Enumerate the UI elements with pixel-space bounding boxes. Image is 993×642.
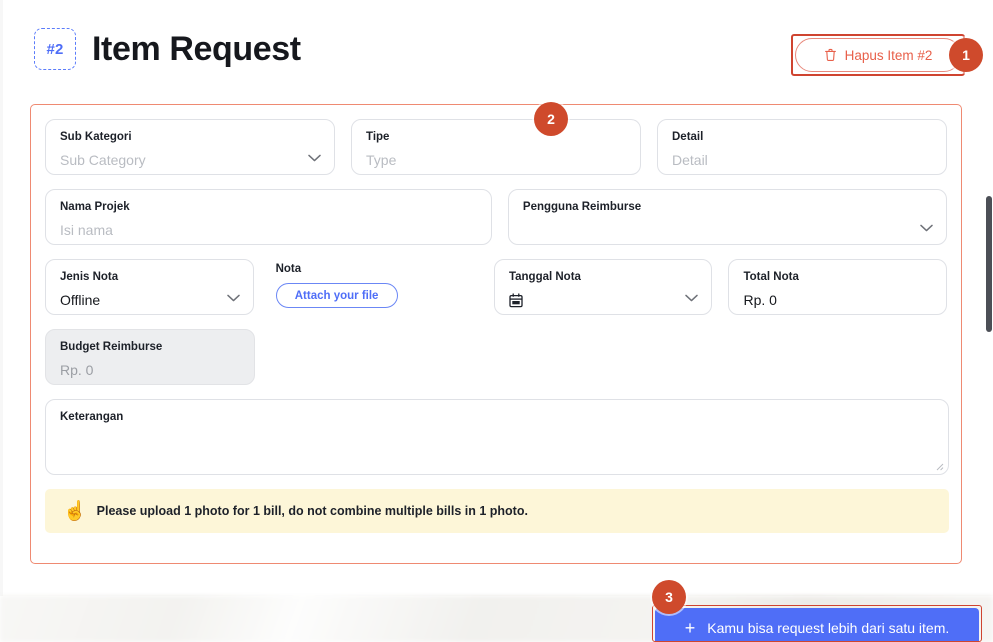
detail-value: Detail xyxy=(672,152,932,169)
field-nota: Nota Attach your file xyxy=(270,259,478,315)
keterangan-label: Keterangan xyxy=(60,410,934,425)
total-nota-label: Total Nota xyxy=(743,270,932,285)
jenis-nota-label: Jenis Nota xyxy=(60,270,239,285)
tanggal-nota-value xyxy=(509,292,698,311)
field-sub-kategori[interactable]: Sub Kategori Sub Category xyxy=(45,119,335,175)
jenis-nota-value: Offline xyxy=(60,292,239,309)
tipe-value: Type xyxy=(366,152,626,169)
tanggal-nota-label: Tanggal Nota xyxy=(509,270,698,285)
form-row-2: Nama Projek Isi nama Pengguna Reimburse xyxy=(45,189,947,245)
page-title: Item Request xyxy=(92,32,301,66)
pointing-up-hand-icon: ☝️ xyxy=(63,502,87,521)
form-row-1: Sub Kategori Sub Category Tipe Type Deta… xyxy=(45,119,947,175)
field-total-nota[interactable]: Total Nota Rp. 0 xyxy=(728,259,947,315)
nama-projek-label: Nama Projek xyxy=(60,200,477,215)
item-request-form: Sub Kategori Sub Category Tipe Type Deta… xyxy=(30,104,962,564)
calendar-icon xyxy=(509,294,523,310)
field-nama-projek[interactable]: Nama Projek Isi nama xyxy=(45,189,492,245)
annotation-marker-2: 2 xyxy=(534,102,568,136)
nama-projek-value: Isi nama xyxy=(60,222,477,239)
field-tipe[interactable]: Tipe Type xyxy=(351,119,641,175)
field-tanggal-nota[interactable]: Tanggal Nota xyxy=(494,259,713,315)
field-detail[interactable]: Detail Detail xyxy=(657,119,947,175)
plus-icon: + xyxy=(685,619,696,637)
vertical-scrollbar-thumb[interactable] xyxy=(986,196,992,332)
add-item-label: Kamu bisa request lebih dari satu item. xyxy=(707,620,949,636)
form-row-4: Budget Reimburse Rp. 0 xyxy=(45,329,947,385)
item-number-badge: #2 xyxy=(34,28,76,70)
budget-reimburse-value: Rp. 0 xyxy=(60,362,240,379)
page-left-edge xyxy=(0,0,3,596)
page-root: #2 Item Request Hapus Item #2 1 Sub Kate… xyxy=(0,0,993,642)
vertical-scrollbar-track[interactable] xyxy=(985,0,993,596)
field-budget-reimburse: Budget Reimburse Rp. 0 xyxy=(45,329,255,385)
add-item-button[interactable]: + Kamu bisa request lebih dari satu item… xyxy=(655,608,979,642)
field-pengguna-reimburse[interactable]: Pengguna Reimburse xyxy=(508,189,947,245)
add-item-button-wrapper: + Kamu bisa request lebih dari satu item… xyxy=(652,605,982,642)
upload-notice-banner: ☝️ Please upload 1 photo for 1 bill, do … xyxy=(45,489,949,533)
pengguna-reimburse-label: Pengguna Reimburse xyxy=(523,200,932,215)
page-header: #2 Item Request xyxy=(34,28,301,70)
delete-item-button[interactable]: Hapus Item #2 xyxy=(795,38,961,72)
delete-item-label: Hapus Item #2 xyxy=(845,48,933,63)
detail-label: Detail xyxy=(672,130,932,145)
annotation-marker-3: 3 xyxy=(652,580,686,614)
field-jenis-nota[interactable]: Jenis Nota Offline xyxy=(45,259,254,315)
delete-item-button-wrapper: Hapus Item #2 xyxy=(791,34,965,76)
budget-reimburse-label: Budget Reimburse xyxy=(60,340,240,355)
nota-label: Nota xyxy=(270,263,478,275)
form-row-3: Jenis Nota Offline Nota Attach your file… xyxy=(45,259,947,315)
tipe-label: Tipe xyxy=(366,130,626,145)
attach-file-button[interactable]: Attach your file xyxy=(276,283,398,308)
total-nota-value: Rp. 0 xyxy=(743,292,932,309)
sub-kategori-label: Sub Kategori xyxy=(60,130,320,145)
upload-notice-text: Please upload 1 photo for 1 bill, do not… xyxy=(97,504,528,518)
field-keterangan[interactable]: Keterangan xyxy=(45,399,949,475)
trash-icon xyxy=(824,48,837,62)
sub-kategori-value: Sub Category xyxy=(60,152,320,169)
annotation-marker-1: 1 xyxy=(949,38,983,72)
